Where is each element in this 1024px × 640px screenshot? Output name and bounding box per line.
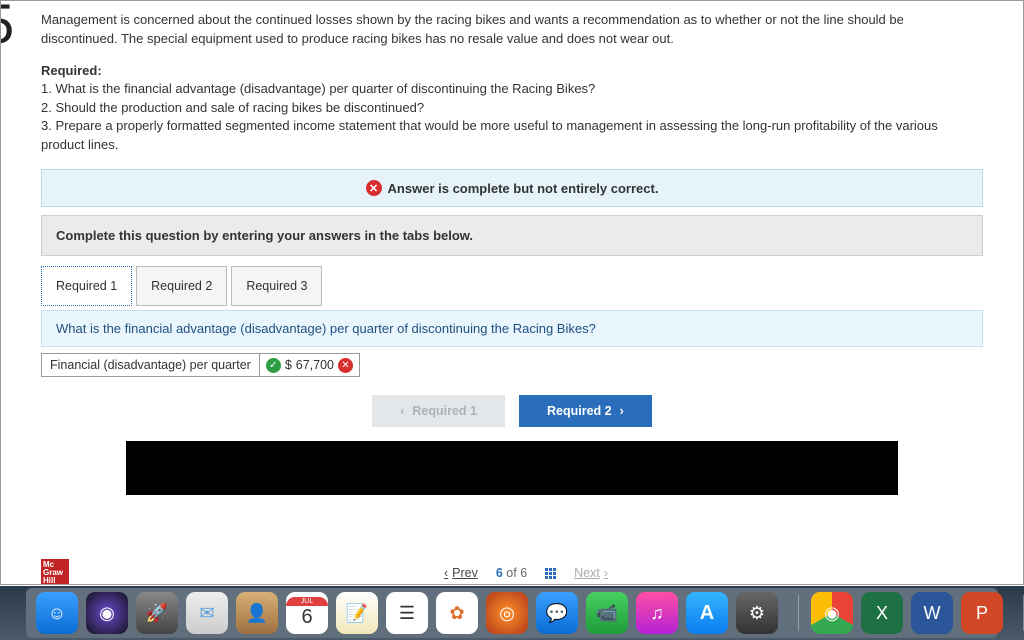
page-content: 5 Management is concerned about the cont…: [0, 0, 1024, 585]
footer-prev[interactable]: ‹ Prev: [444, 566, 478, 580]
dock-finder-icon[interactable]: ☺: [36, 592, 78, 634]
dock-launchpad-icon[interactable]: 🚀: [136, 592, 178, 634]
requirement-3: 3. Prepare a properly formatted segmente…: [41, 117, 983, 155]
dock-messages-icon[interactable]: 💬: [536, 592, 578, 634]
currency-symbol: $: [285, 358, 292, 372]
requirements-block: Required: 1. What is the financial advan…: [41, 63, 983, 155]
dock-photos-icon[interactable]: ✿: [436, 592, 478, 634]
macos-dock: ☺◉🚀✉👤JUL6📝☰✿◎💬📹♫A⚙◉XWP🗑: [26, 588, 998, 638]
dock-preferences-icon[interactable]: ⚙: [736, 592, 778, 634]
chevron-right-icon: ›: [620, 404, 624, 418]
question-prompt: What is the financial advantage (disadva…: [41, 310, 983, 347]
chevron-left-icon: ‹: [444, 566, 448, 580]
requirement-1: 1. What is the financial advantage (disa…: [41, 80, 983, 99]
dock-calendar-icon[interactable]: JUL6: [286, 592, 328, 634]
answer-row: Financial (disadvantage) per quarter ✓ $…: [41, 353, 983, 377]
page-footer: Mc Graw Hill ‹ Prev 6 of 6 Next ›: [41, 566, 1011, 580]
prev-tab-label: Required 1: [412, 404, 477, 418]
footer-next[interactable]: Next ›: [574, 566, 608, 580]
answer-label: Financial (disadvantage) per quarter: [41, 353, 260, 377]
dock-reminders-icon[interactable]: ☰: [386, 592, 428, 634]
redacted-bar: [126, 441, 898, 495]
intro-text: Management is concerned about the contin…: [41, 11, 983, 49]
grid-icon[interactable]: [545, 568, 556, 579]
tabs: Required 1 Required 2 Required 3: [41, 266, 983, 306]
dock-appstore-icon[interactable]: A: [686, 592, 728, 634]
requirement-2: 2. Should the production and sale of rac…: [41, 99, 983, 118]
error-icon: ✕: [366, 180, 382, 196]
answer-value-cell[interactable]: ✓ $ 67,700 ✕: [260, 353, 360, 377]
dock-notes-icon[interactable]: 📝: [336, 592, 378, 634]
footer-page-indicator: 6 of 6: [496, 566, 527, 580]
next-tab-button[interactable]: Required 2 ›: [519, 395, 652, 427]
tab-required-3[interactable]: Required 3: [231, 266, 322, 306]
question-number: 5: [0, 0, 14, 56]
dock-chrome-icon[interactable]: ◉: [811, 592, 853, 634]
dock-siri-icon[interactable]: ◉: [86, 592, 128, 634]
mcgraw-hill-logo: Mc Graw Hill: [41, 559, 69, 585]
status-text: Answer is complete but not entirely corr…: [388, 181, 659, 196]
tab-required-1[interactable]: Required 1: [41, 266, 132, 306]
dock-word-icon[interactable]: W: [911, 592, 953, 634]
tab-required-2[interactable]: Required 2: [136, 266, 227, 306]
chevron-right-icon: ›: [604, 566, 608, 580]
prev-tab-button[interactable]: ‹ Required 1: [372, 395, 505, 427]
dock-itunes-icon[interactable]: ♫: [636, 592, 678, 634]
dock-facetime-icon[interactable]: 📹: [586, 592, 628, 634]
check-icon: ✓: [266, 358, 281, 373]
dock-powerpoint-icon[interactable]: P: [961, 592, 1003, 634]
tab-nav-buttons: ‹ Required 1 Required 2 ›: [41, 395, 983, 427]
dock-photobooth-icon[interactable]: ◎: [486, 592, 528, 634]
dock-contacts-icon[interactable]: 👤: [236, 592, 278, 634]
instruction-bar: Complete this question by entering your …: [41, 215, 983, 256]
dock-mail-icon[interactable]: ✉: [186, 592, 228, 634]
next-tab-label: Required 2: [547, 404, 612, 418]
dock-excel-icon[interactable]: X: [861, 592, 903, 634]
dock-separator: [798, 595, 799, 631]
chevron-left-icon: ‹: [400, 404, 404, 418]
wrong-icon: ✕: [338, 358, 353, 373]
answer-amount: 67,700: [296, 358, 334, 372]
answer-value: $ 67,700: [285, 358, 334, 372]
required-heading: Required:: [41, 63, 983, 78]
answer-status-bar: ✕ Answer is complete but not entirely co…: [41, 169, 983, 207]
